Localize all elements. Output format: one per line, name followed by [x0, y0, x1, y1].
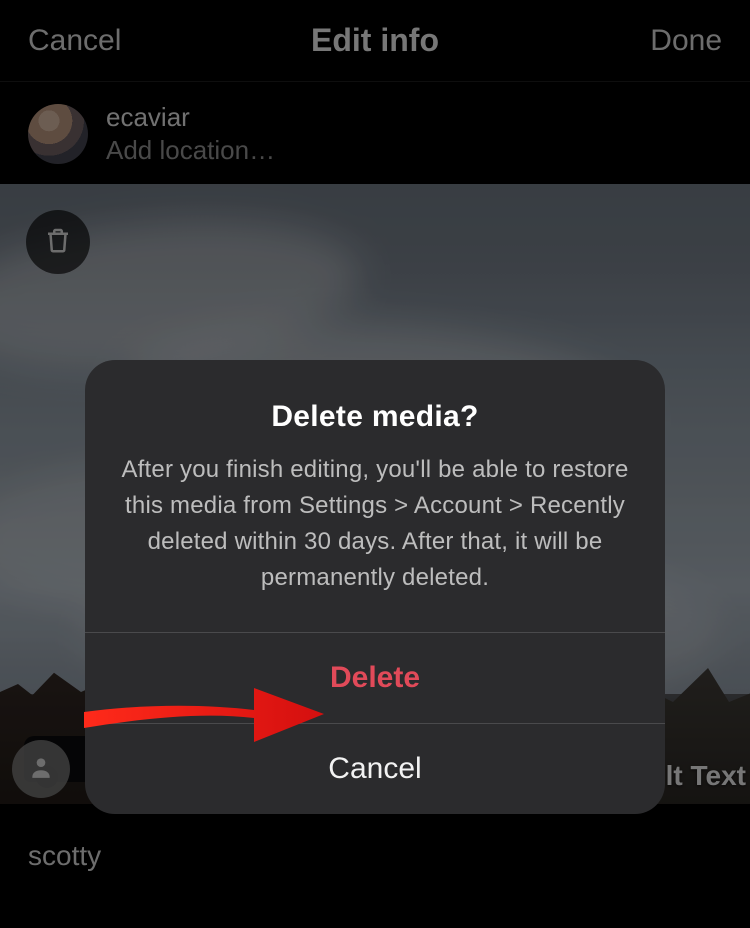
modal-backdrop: Delete media? After you finish editing, … [0, 0, 750, 928]
delete-media-alert: Delete media? After you finish editing, … [85, 360, 665, 814]
alert-message: After you finish editing, you'll be able… [119, 452, 631, 596]
alert-delete-button[interactable]: Delete [85, 633, 665, 723]
alert-cancel-button[interactable]: Cancel [85, 724, 665, 814]
alert-title: Delete media? [119, 400, 631, 434]
screen-root: Cancel Edit info Done ecaviar Add locati… [0, 0, 750, 928]
